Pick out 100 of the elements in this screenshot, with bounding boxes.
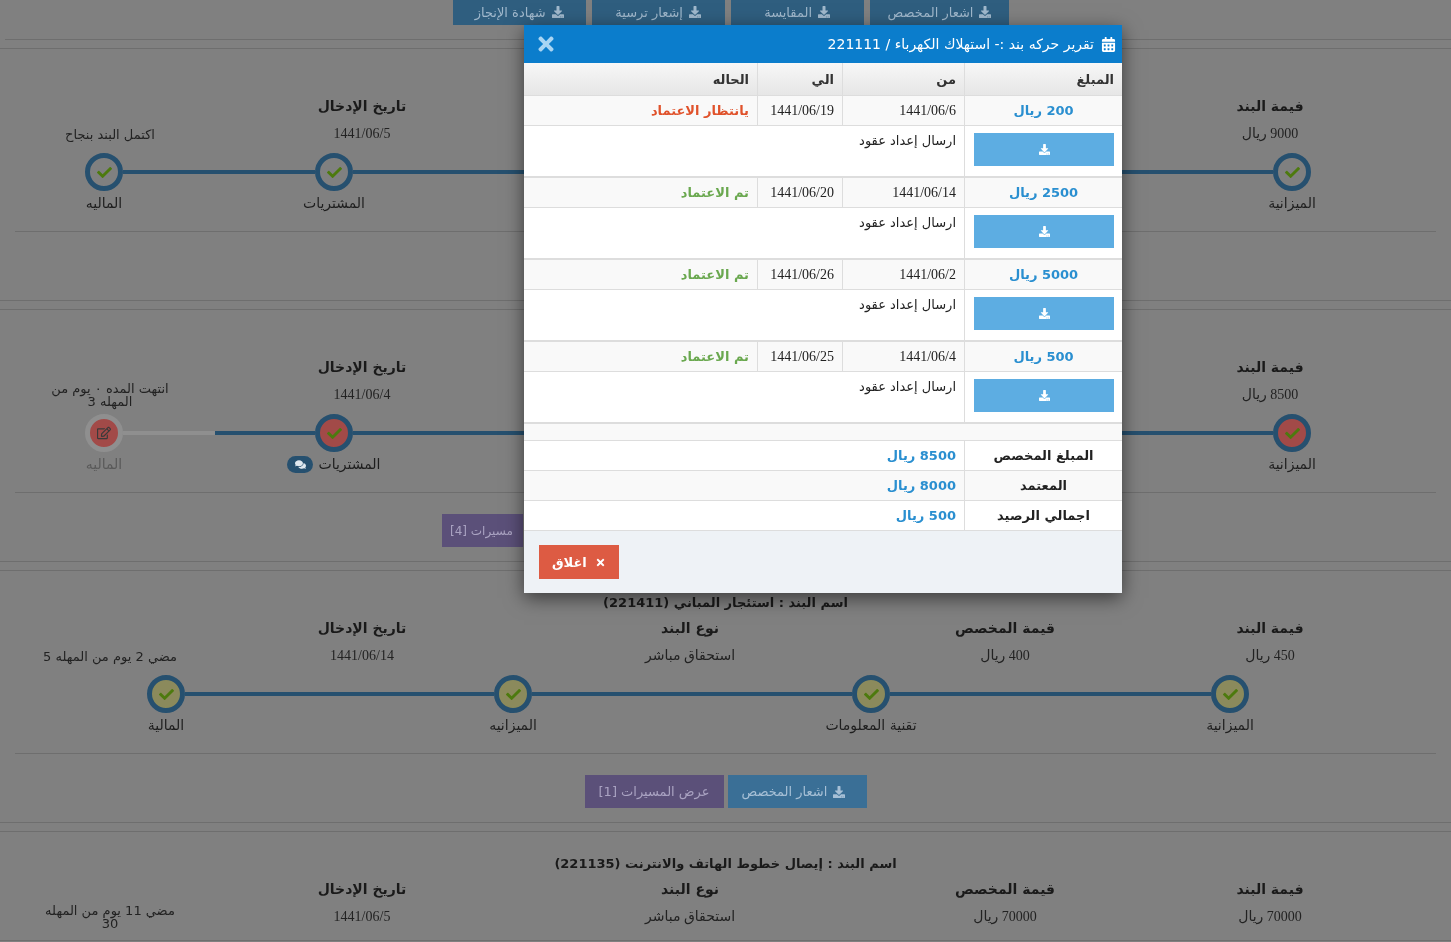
- field-label: فيمة البند: [1236, 358, 1304, 376]
- section-title: اسم البند : استئجار المباني (221411): [603, 595, 848, 610]
- field-value: 8500 ريال: [1241, 386, 1299, 404]
- date-text: 1441/06/14: [892, 184, 956, 201]
- download-button[interactable]: [974, 297, 1114, 330]
- column-header: الي: [811, 71, 834, 87]
- date-text: 1441/06/20: [770, 184, 834, 201]
- note-text: ارسال إعداد عقود: [859, 133, 956, 148]
- close-dialog-button[interactable]: اغلاق: [539, 545, 619, 579]
- deadline-text: مضي 2 يوم من المهله 5: [43, 649, 177, 663]
- field-label: قيمة المخصص: [954, 880, 1056, 898]
- download-icon: [688, 6, 701, 18]
- note-text: ارسال إعداد عقود: [859, 297, 956, 312]
- download-button[interactable]: [974, 379, 1114, 412]
- status-label: تم الاعتماد: [680, 349, 749, 364]
- action-button[interactable]: اشعار المخصص: [727, 775, 867, 808]
- field-value: 70000 ريال: [973, 908, 1037, 926]
- download-icon: [551, 6, 564, 18]
- step-label: تقنية المعلومات: [825, 716, 917, 734]
- download-icon: [1038, 308, 1050, 319]
- deadline-text: اكتمل البند بنجاح: [65, 127, 155, 141]
- field-value: 1441/06/14: [330, 647, 394, 665]
- download-icon: [1038, 390, 1050, 401]
- check-icon: [96, 164, 112, 180]
- download-icon: [818, 6, 830, 18]
- summary-label: المعتمد: [1020, 478, 1067, 493]
- check-icon: [326, 425, 342, 441]
- action-button[interactable]: إشعار ترسية: [591, 0, 725, 25]
- amount-text: 2500 ريال: [1008, 185, 1079, 200]
- field-value: 70000 ريال: [1238, 908, 1302, 926]
- step-label: الميزانية: [1206, 716, 1254, 734]
- field-value: استحقاق مباشر: [645, 647, 736, 665]
- field-value: 1441/06/5: [333, 908, 391, 926]
- field-value: 9000 ريال: [1241, 125, 1299, 143]
- field-label: فيمة البند: [1236, 880, 1304, 898]
- date-text: 1441/06/26: [770, 266, 834, 283]
- status-label: يانتظار الاعتماد: [650, 103, 749, 118]
- column-header: من: [936, 71, 956, 87]
- note-text: ارسال إعداد عقود: [859, 215, 956, 230]
- step-label: الميزانية: [1268, 455, 1316, 473]
- download-button[interactable]: [974, 133, 1114, 166]
- step-label: الماليه: [85, 194, 123, 212]
- field-value: 400 ريال: [980, 647, 1030, 665]
- download-icon: [833, 785, 846, 798]
- check-icon: [1222, 686, 1238, 702]
- download-icon: [1038, 144, 1050, 155]
- amount-text: 200 ريال: [1013, 103, 1074, 118]
- column-header: المبلغ: [1076, 71, 1114, 87]
- summary-value: 500 ريال: [895, 508, 956, 523]
- summary-label: اجمالي الرصيد: [997, 508, 1090, 523]
- summary-label: المبلغ المخصص: [993, 448, 1094, 463]
- amount-text: 500 ريال: [1013, 349, 1074, 364]
- date-text: 1441/06/4: [899, 348, 956, 365]
- date-text: 1441/06/2: [899, 266, 956, 283]
- summary-value: 8000 ريال: [886, 478, 956, 493]
- field-value: استحقاق مباشر: [645, 908, 736, 926]
- date-text: 1441/06/19: [770, 102, 834, 119]
- check-icon: [863, 686, 879, 702]
- summary-value: 8500 ريال: [886, 448, 956, 463]
- step-label: الميزانيه: [489, 716, 537, 734]
- field-label: فيمة البند: [1236, 97, 1304, 115]
- close-icon: [594, 556, 606, 568]
- field-label: تاريخ الإدخال: [317, 880, 407, 898]
- check-icon: [1284, 164, 1300, 180]
- deadline-text: انتهت المده ٠ يوم من المهله 3: [50, 382, 170, 408]
- field-label: فيمة البند: [1236, 619, 1304, 637]
- step-label: الميزانية: [1268, 194, 1316, 212]
- field-value: 1441/06/5: [333, 125, 391, 143]
- action-button[interactable]: شهادة الإنجاز: [452, 0, 586, 25]
- edit-icon: [97, 426, 111, 440]
- status-label: تم الاعتماد: [680, 267, 749, 282]
- date-text: 1441/06/25: [770, 348, 834, 365]
- field-label: تاريخ الإدخال: [317, 619, 407, 637]
- deadline-text: مضي 11 يوم من المهله 30: [44, 904, 176, 930]
- download-icon: [979, 6, 992, 18]
- action-button[interactable]: عرض المسيرات [1]: [584, 775, 724, 808]
- chat-icon: [295, 458, 306, 470]
- field-label: تاريخ الإدخال: [317, 358, 407, 376]
- calendar-icon: [1101, 36, 1116, 52]
- amount-text: 5000 ريال: [1008, 267, 1079, 282]
- comments-badge[interactable]: [287, 455, 314, 473]
- step-label: المشتريات: [303, 194, 365, 212]
- action-button[interactable]: المقايسة: [730, 0, 864, 25]
- check-icon: [505, 686, 521, 702]
- action-button[interactable]: مسيرات [4]: [442, 514, 523, 547]
- check-icon: [1284, 425, 1300, 441]
- field-label: قيمة المخصص: [954, 619, 1056, 637]
- field-label: نوع البند: [661, 880, 720, 898]
- download-icon: [1038, 226, 1050, 237]
- step-label: المالية: [147, 716, 185, 734]
- note-text: ارسال إعداد عقود: [859, 379, 956, 394]
- dialog-title: تقرير حركه بند :- استهلاك الكهرباء / 221111: [827, 36, 1094, 52]
- action-button[interactable]: اشعار المخصص: [869, 0, 1010, 25]
- date-text: 1441/06/6: [899, 102, 956, 119]
- field-value: 1441/06/4: [333, 386, 391, 404]
- section-title: اسم البند : إيصال خطوط الهاتف والانترنت (221135): [554, 856, 897, 871]
- download-button[interactable]: [974, 215, 1114, 248]
- step-label: المشتريات: [318, 455, 381, 473]
- check-icon: [158, 686, 174, 702]
- column-header: الحاله: [712, 71, 749, 87]
